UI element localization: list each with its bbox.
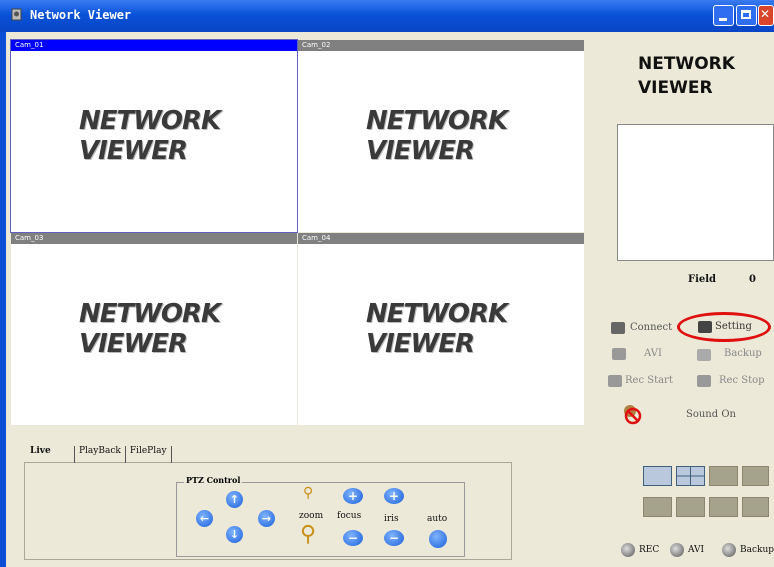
rec-indicator-label: REC bbox=[639, 545, 660, 555]
sound-muted-icon bbox=[624, 405, 642, 425]
focus-plus-button[interactable]: + bbox=[343, 488, 363, 504]
backup-indicator bbox=[722, 543, 736, 557]
layout-button-5[interactable] bbox=[643, 497, 672, 517]
camera-view-3[interactable]: Cam_03 NETWORK VIEWER bbox=[11, 233, 297, 425]
camera-logo: NETWORK VIEWER bbox=[79, 106, 221, 166]
backup-icon bbox=[697, 349, 711, 361]
field-value: 0 bbox=[749, 274, 756, 285]
arrow-left-icon: ← bbox=[199, 512, 210, 525]
tab-playback[interactable]: PlayBack bbox=[75, 446, 126, 463]
focus-label: focus bbox=[337, 511, 362, 521]
camera-logo: NETWORK VIEWER bbox=[366, 106, 508, 166]
camera-label: Cam_01 bbox=[11, 40, 297, 51]
brand-logo: NETWORK VIEWER bbox=[638, 54, 735, 98]
arrow-down-icon: ↓ bbox=[229, 528, 240, 541]
maximize-button[interactable] bbox=[736, 5, 757, 26]
layout-2x2-button[interactable] bbox=[676, 466, 705, 486]
minimize-button[interactable] bbox=[713, 5, 734, 26]
setting-label: Setting bbox=[715, 321, 752, 332]
avi-icon bbox=[612, 348, 626, 360]
rec-stop-button[interactable]: Rec Stop bbox=[697, 374, 767, 388]
zoom-label: zoom bbox=[299, 511, 324, 521]
app-icon bbox=[11, 8, 22, 21]
field-label: Field bbox=[688, 274, 717, 285]
layout-button-8[interactable] bbox=[742, 497, 769, 517]
layout-4x4-button[interactable] bbox=[742, 466, 769, 486]
camera-label: Cam_04 bbox=[298, 233, 584, 244]
connect-label: Connect bbox=[630, 322, 673, 333]
window-title: Network Viewer bbox=[30, 8, 132, 22]
sound-toggle[interactable]: Sound On bbox=[621, 403, 761, 425]
layout-3x3-button[interactable] bbox=[709, 466, 738, 486]
tab-bar: Live PlayBack FilePlay bbox=[26, 446, 172, 463]
rec-stop-label: Rec Stop bbox=[719, 375, 765, 386]
tab-live[interactable]: Live bbox=[26, 446, 75, 463]
magnifier-small-icon: ⚲ bbox=[303, 485, 314, 501]
avi-label: AVI bbox=[644, 348, 662, 359]
setting-button[interactable]: Setting bbox=[698, 320, 766, 336]
backup-indicator-label: Backup bbox=[740, 545, 774, 555]
tab-fileplay[interactable]: FilePlay bbox=[126, 446, 172, 463]
ptz-title: PTZ Control bbox=[184, 475, 243, 485]
plus-icon: + bbox=[347, 489, 359, 503]
rec-start-icon bbox=[608, 375, 622, 387]
layout-1x1-button[interactable] bbox=[643, 466, 672, 486]
backup-label: Backup bbox=[724, 348, 762, 359]
camera-label: Cam_03 bbox=[11, 233, 297, 244]
iris-label: iris bbox=[384, 514, 399, 524]
rec-stop-icon bbox=[697, 375, 711, 387]
avi-indicator bbox=[670, 543, 684, 557]
avi-indicator-label: AVI bbox=[688, 545, 705, 555]
camera-logo: NETWORK VIEWER bbox=[79, 299, 221, 359]
connect-icon bbox=[611, 322, 625, 334]
grid-icon bbox=[677, 467, 704, 485]
close-icon: ✕ bbox=[760, 7, 771, 21]
camera-logo: NETWORK VIEWER bbox=[366, 299, 508, 359]
zoom-out-button[interactable]: ⚲ bbox=[300, 522, 316, 547]
preview-box bbox=[617, 124, 774, 261]
rec-start-label: Rec Start bbox=[625, 375, 673, 386]
connect-button[interactable]: Connect bbox=[611, 321, 673, 335]
minus-icon: − bbox=[388, 531, 400, 545]
camera-label: Cam_02 bbox=[298, 40, 584, 51]
backup-button[interactable]: Backup bbox=[697, 347, 767, 361]
camera-view-4[interactable]: Cam_04 NETWORK VIEWER bbox=[298, 233, 584, 425]
auto-button[interactable] bbox=[429, 530, 447, 548]
zoom-in-button[interactable]: ⚲ bbox=[303, 485, 313, 501]
avi-button[interactable]: AVI bbox=[612, 347, 662, 361]
setting-icon bbox=[698, 321, 712, 333]
iris-plus-button[interactable]: + bbox=[384, 488, 404, 504]
camera-view-2[interactable]: Cam_02 NETWORK VIEWER bbox=[298, 40, 584, 232]
layout-button-6[interactable] bbox=[676, 497, 705, 517]
close-button[interactable]: ✕ bbox=[758, 5, 774, 26]
pan-up-button[interactable]: ↑ bbox=[226, 491, 243, 508]
minimize-icon bbox=[719, 18, 727, 21]
layout-button-7[interactable] bbox=[709, 497, 738, 517]
arrow-up-icon: ↑ bbox=[229, 493, 240, 506]
pan-down-button[interactable]: ↓ bbox=[226, 526, 243, 543]
plus-icon: + bbox=[388, 489, 400, 503]
sound-label: Sound On bbox=[686, 409, 736, 420]
maximize-icon bbox=[741, 10, 751, 19]
camera-view-1[interactable]: Cam_01 NETWORK VIEWER bbox=[10, 39, 298, 233]
auto-label: auto bbox=[427, 514, 448, 524]
pan-left-button[interactable]: ← bbox=[196, 510, 213, 527]
magnifier-large-icon: ⚲ bbox=[300, 522, 317, 547]
focus-minus-button[interactable]: − bbox=[343, 530, 363, 546]
rec-start-button[interactable]: Rec Start bbox=[608, 374, 680, 388]
rec-indicator bbox=[621, 543, 635, 557]
arrow-right-icon: → bbox=[261, 512, 272, 525]
minus-icon: − bbox=[347, 531, 359, 545]
iris-minus-button[interactable]: − bbox=[384, 530, 404, 546]
pan-right-button[interactable]: → bbox=[258, 510, 275, 527]
